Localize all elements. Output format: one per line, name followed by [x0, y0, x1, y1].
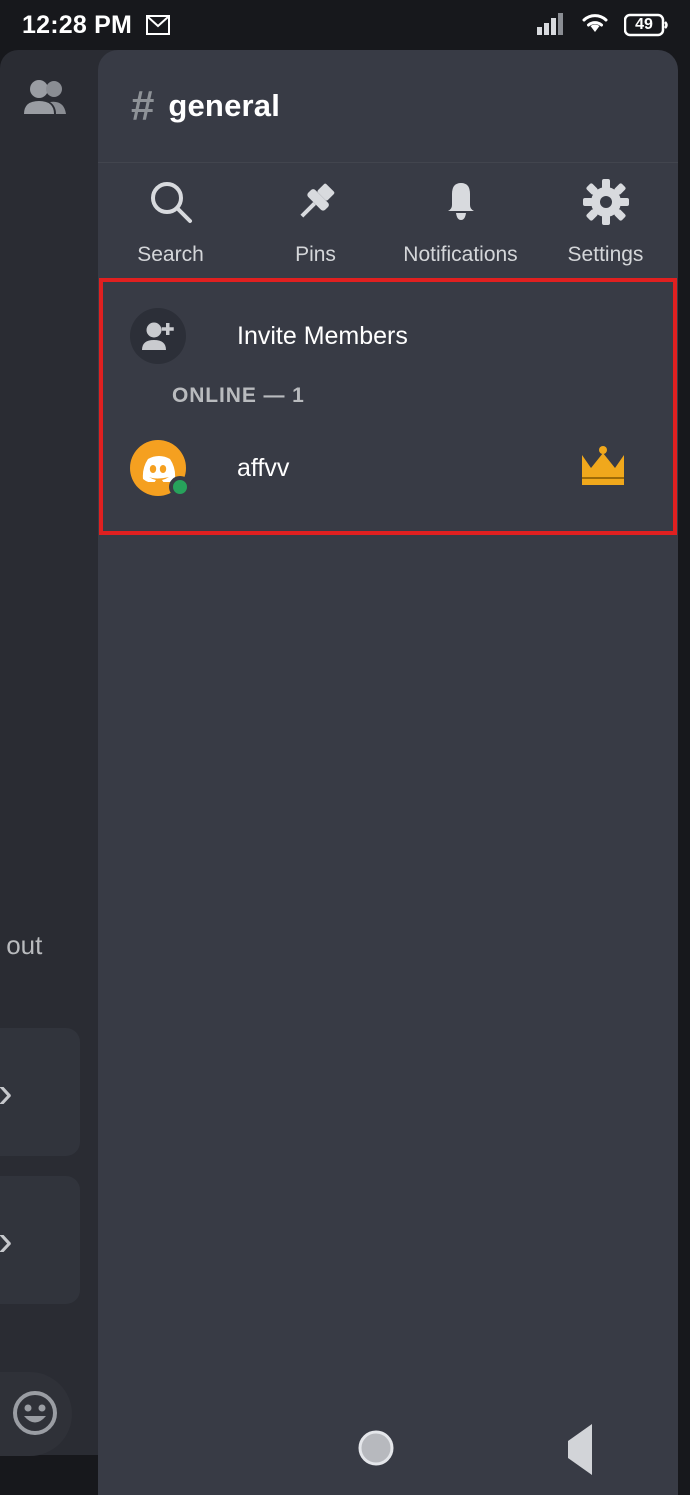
action-pins[interactable]: Pins [243, 179, 388, 267]
channel-name: general [168, 88, 281, 123]
android-nav-bar [98, 1405, 678, 1495]
status-bar: 12:28 PM 49 [0, 0, 690, 50]
chevron-right-icon[interactable]: › [0, 1216, 13, 1266]
channel-header[interactable]: # general [98, 50, 678, 163]
phone-screen: 12:28 PM 49 out # general Search Pins No… [0, 0, 690, 1495]
gmail-icon [146, 15, 170, 35]
status-bar-clock: 12:28 PM [22, 10, 132, 39]
action-label: Settings [567, 243, 644, 266]
pin-icon [293, 179, 339, 230]
channel-panel: # general Search Pins Notifications Sett… [98, 50, 678, 1455]
cellular-signal-icon [536, 11, 566, 40]
action-label: Notifications [403, 243, 518, 266]
status-bar-right: 49 [536, 11, 668, 40]
search-icon [148, 179, 194, 230]
crown-icon [579, 444, 627, 493]
battery-indicator: 49 [624, 13, 668, 37]
action-notifications[interactable]: Notifications [388, 179, 533, 267]
member-row[interactable]: affvv [103, 420, 673, 516]
wifi-icon [580, 11, 610, 40]
gear-icon [582, 179, 629, 230]
action-search[interactable]: Search [98, 179, 243, 267]
people-icon[interactable] [22, 78, 68, 121]
hash-icon: # [131, 82, 155, 129]
status-badge [169, 476, 191, 498]
invite-members-row[interactable]: Invite Members [103, 282, 673, 390]
bell-icon [438, 179, 484, 230]
member-name: affvv [237, 453, 290, 482]
emoji-smiley-icon[interactable] [12, 1390, 58, 1441]
circle-home-icon[interactable] [356, 1428, 396, 1473]
online-section-header: ONLINE — 1 [172, 384, 305, 407]
battery-level-text: 49 [635, 16, 653, 33]
status-bar-left: 12:28 PM [22, 11, 170, 40]
invite-members-label: Invite Members [237, 321, 408, 350]
action-label: Pins [295, 243, 336, 266]
person-add-icon [130, 308, 186, 364]
members-list-highlight: Invite Members ONLINE — 1 affvv [99, 278, 677, 535]
triangle-back-icon[interactable] [568, 1424, 592, 1475]
action-settings[interactable]: Settings [533, 179, 678, 267]
action-label: Search [137, 243, 204, 266]
background-partial-text: k out [0, 930, 43, 960]
avatar[interactable] [130, 440, 191, 498]
chevron-right-icon[interactable]: › [0, 1068, 13, 1118]
channel-actions-row: Search Pins Notifications Settings [98, 163, 678, 276]
